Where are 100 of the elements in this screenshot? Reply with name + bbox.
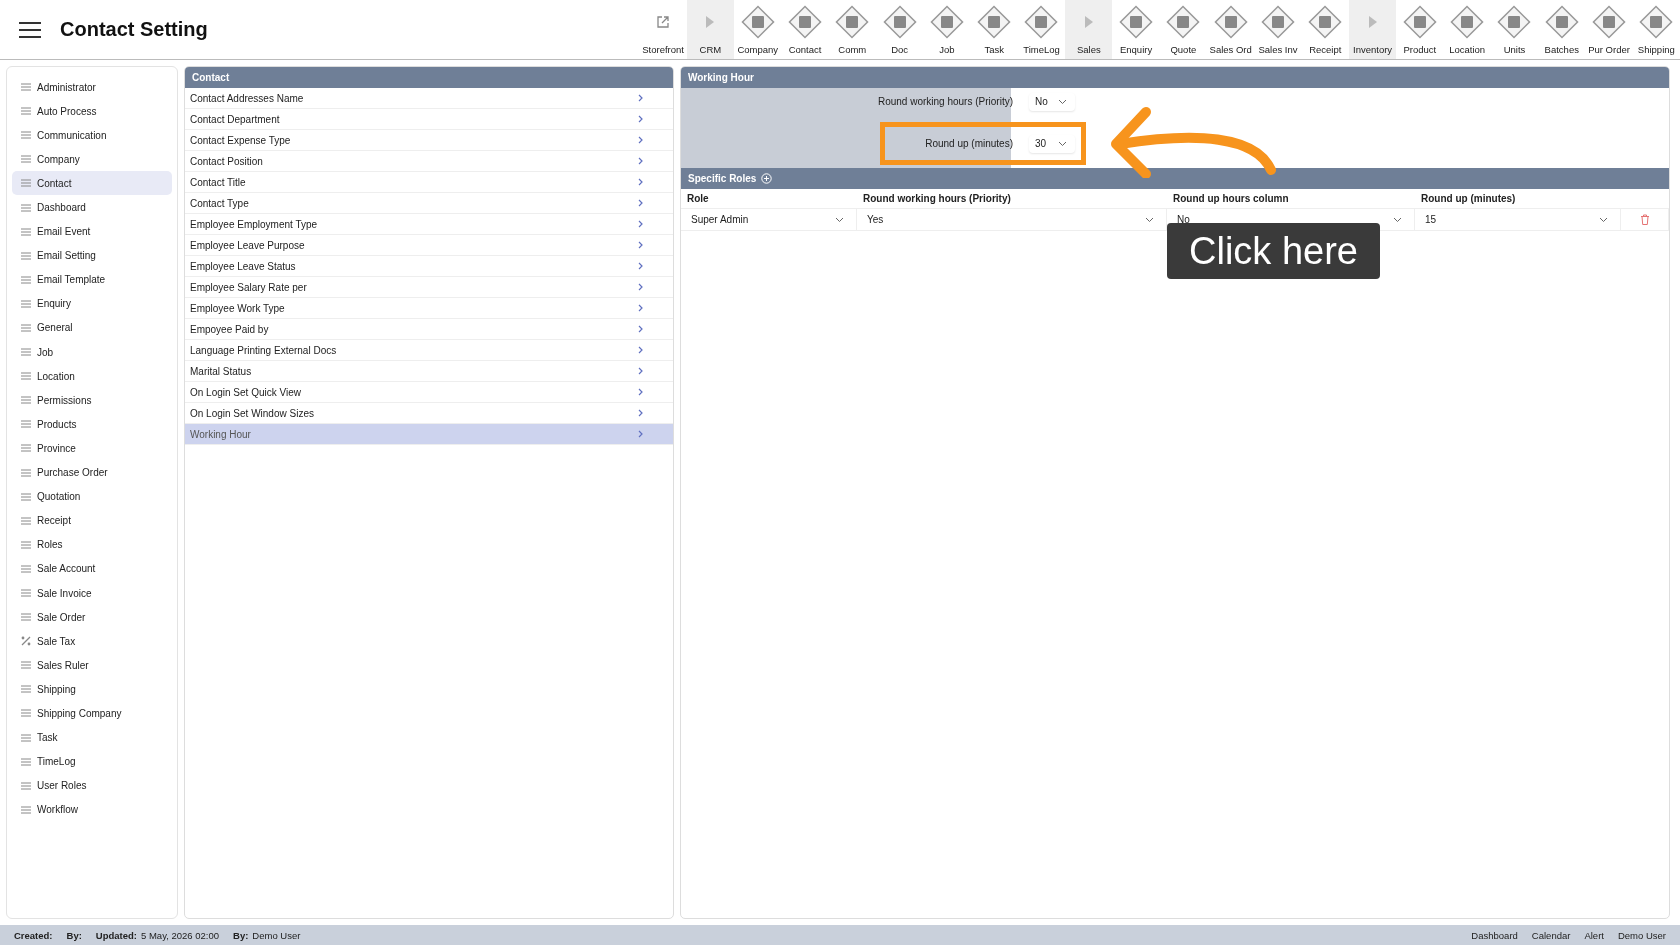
chevron-down-icon — [1599, 216, 1608, 223]
status-link[interactable]: Calendar — [1531, 929, 1571, 941]
sliders-icon — [21, 733, 31, 742]
sidebar-item[interactable]: Sale Tax — [12, 629, 172, 654]
sidebar-label: Contact — [37, 177, 72, 189]
triangle-icon — [1368, 16, 1377, 28]
sidebar-item[interactable]: Sale Order — [12, 605, 172, 630]
list-item[interactable]: Working Hour — [185, 424, 673, 445]
toolbar-item[interactable]: Storefront — [639, 0, 687, 59]
chevron-right-icon — [638, 388, 643, 396]
status-label: Created: — [14, 929, 53, 941]
toolbar-item[interactable]: Sales Inv — [1254, 0, 1302, 59]
sidebar-label: Province — [37, 442, 76, 454]
sliders-icon — [21, 83, 31, 92]
sliders-icon — [21, 131, 31, 140]
sidebar-item[interactable]: Province — [12, 436, 172, 461]
sliders-icon — [21, 564, 31, 573]
sidebar-item[interactable]: Administrator — [12, 75, 172, 100]
sidebar-item[interactable]: Sale Account — [12, 556, 172, 581]
toolbar-item[interactable]: Batches — [1538, 0, 1586, 59]
list-label: Contact Type — [190, 197, 249, 209]
sidebar-item[interactable]: Communication — [12, 123, 172, 148]
external-link-icon — [656, 15, 671, 29]
sidebar-item[interactable]: Purchase Order — [12, 460, 172, 485]
sidebar-item[interactable]: Shipping Company — [12, 701, 172, 726]
sidebar-item[interactable]: Email Setting — [12, 243, 172, 268]
toolbar-item[interactable]: Doc — [875, 0, 924, 59]
sidebar-item[interactable]: Email Template — [12, 267, 172, 292]
toolbar-item[interactable]: CRM — [686, 0, 735, 59]
status-link[interactable]: Demo User — [1617, 929, 1666, 941]
toolbar-item[interactable]: Contact — [781, 0, 829, 59]
sidebar-label: Sale Invoice — [37, 587, 92, 599]
status-label: By: — [66, 929, 82, 941]
sidebar-item[interactable]: User Roles — [12, 773, 172, 798]
toolbar-item[interactable]: Quote — [1159, 0, 1208, 59]
sidebar-label: Workflow — [37, 804, 78, 816]
toolbar-item[interactable]: Shipping — [1632, 0, 1680, 59]
toolbar-item[interactable]: Job — [923, 0, 971, 59]
sidebar-item[interactable]: Quotation — [12, 484, 172, 509]
sidebar-item[interactable]: Permissions — [12, 388, 172, 413]
sidebar-item[interactable]: TimeLog — [12, 749, 172, 774]
list-label: Contact Title — [190, 176, 246, 188]
sidebar-label: Auto Process — [37, 105, 97, 117]
sidebar-label: Email Setting — [37, 250, 96, 262]
sidebar-item[interactable]: Contact — [12, 171, 172, 196]
sidebar-label: General — [37, 322, 73, 334]
toolbar-item[interactable]: Comm — [828, 0, 876, 59]
sidebar-item[interactable]: Dashboard — [12, 195, 172, 220]
sliders-icon — [21, 396, 31, 405]
toolbar-item[interactable]: Product — [1396, 0, 1444, 59]
list-label: Contact Expense Type — [190, 134, 291, 146]
chevron-right-icon — [638, 430, 643, 438]
toolbar-item[interactable]: TimeLog — [1017, 0, 1066, 59]
sidebar-item[interactable]: Auto Process — [12, 99, 172, 124]
sidebar-item[interactable]: Sales Ruler — [12, 653, 172, 678]
toolbar-item[interactable]: Units — [1490, 0, 1539, 59]
toolbar-item[interactable]: Receipt — [1301, 0, 1349, 59]
sidebar-label: Sale Order — [37, 611, 86, 623]
sidebar-label: Email Event — [37, 226, 91, 238]
sliders-icon — [21, 805, 31, 814]
sidebar-item[interactable]: Location — [12, 364, 172, 389]
toolbar-item[interactable]: Location — [1443, 0, 1491, 59]
status-link[interactable]: Alert — [1584, 929, 1604, 941]
sidebar-item[interactable]: Shipping — [12, 677, 172, 702]
menu-icon[interactable] — [18, 20, 42, 39]
toolbar-item[interactable]: Pur Order — [1585, 0, 1633, 59]
callout-tooltip: Click here — [1167, 223, 1380, 279]
sliders-icon — [21, 781, 31, 790]
sidebar-item[interactable]: Workflow — [12, 797, 172, 822]
toolbar-item[interactable]: Sales — [1065, 0, 1113, 59]
status-link[interactable]: Dashboard — [1471, 929, 1518, 941]
list-label: Marital Status — [190, 365, 252, 377]
chevron-right-icon — [638, 157, 643, 165]
dropdown[interactable]: No — [1029, 92, 1075, 111]
sidebar-item[interactable]: Email Event — [12, 219, 172, 244]
sidebar-item[interactable]: General — [12, 315, 172, 341]
sidebar-item[interactable]: Job — [12, 340, 172, 365]
sliders-icon — [21, 516, 31, 525]
sidebar-item[interactable]: Sale Invoice — [12, 580, 172, 606]
toolbar-item[interactable]: Sales Ord — [1207, 0, 1255, 59]
chevron-right-icon — [638, 199, 643, 207]
toolbar-item[interactable]: Enquiry — [1112, 0, 1160, 59]
toolbar-item[interactable]: Company — [734, 0, 782, 59]
toolbar-item[interactable]: Inventory — [1348, 0, 1397, 59]
sidebar-item[interactable]: Enquiry — [12, 291, 172, 316]
chevron-down-icon — [1058, 98, 1067, 105]
dropdown[interactable]: 30 — [1029, 134, 1075, 153]
sidebar-item[interactable]: Company — [12, 147, 172, 172]
sidebar-item[interactable]: Receipt — [12, 508, 172, 533]
toolbar-item[interactable]: Task — [970, 0, 1018, 59]
sidebar-item[interactable]: Products — [12, 412, 172, 437]
sidebar-item[interactable]: Task — [12, 725, 172, 750]
sidebar-label: Sale Tax — [37, 635, 76, 647]
sliders-icon — [21, 299, 31, 308]
list-label: Employee Work Type — [190, 302, 285, 314]
status-value: Demo User — [252, 929, 301, 941]
trash-icon[interactable] — [1639, 214, 1650, 225]
sidebar-item[interactable]: Roles — [12, 532, 172, 557]
add-icon[interactable] — [761, 173, 773, 184]
sidebar-label: Administrator — [37, 81, 96, 93]
